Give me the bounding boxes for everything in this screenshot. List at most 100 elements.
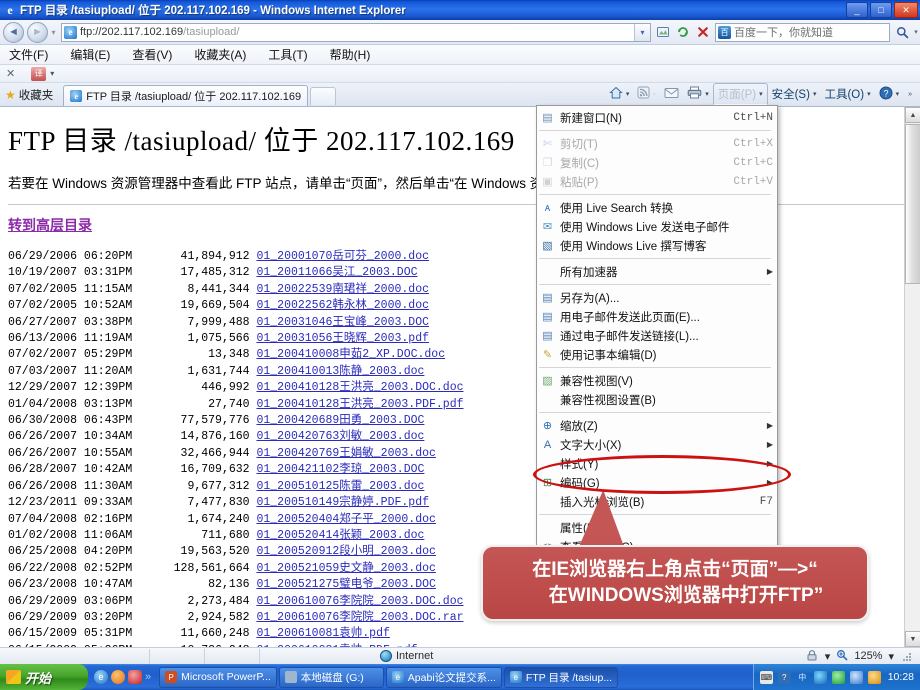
file-link[interactable]: 01_20022539南珺祥_2000.doc: [256, 283, 429, 296]
stop-button[interactable]: [693, 23, 712, 42]
file-link[interactable]: 01_200520414张颖_2003.doc: [256, 529, 424, 542]
new-tab-button[interactable]: [310, 87, 337, 105]
search-provider-dropdown-icon[interactable]: ▾: [912, 23, 920, 42]
favorites-button[interactable]: ★ 收藏夹: [0, 85, 61, 105]
vertical-scrollbar[interactable]: ▲ ▼: [904, 107, 920, 647]
read-mail-button[interactable]: [660, 84, 683, 105]
resize-grip[interactable]: [900, 650, 912, 662]
menu-item-使用记事本编辑-d-[interactable]: ✎ 使用记事本编辑(D): [537, 345, 777, 364]
addon-icon[interactable]: 译: [31, 66, 47, 81]
file-link[interactable]: 01_200510125陈雷_2003.doc: [256, 480, 424, 493]
minimize-button[interactable]: _: [846, 2, 868, 18]
quick-launch-overflow-icon[interactable]: »: [145, 671, 151, 683]
media-player-icon[interactable]: [128, 670, 142, 684]
input-method-icon[interactable]: 中: [796, 671, 809, 684]
menu-item-新建窗口-n-[interactable]: ▤ 新建窗口(N) Ctrl+N: [537, 108, 777, 127]
file-link[interactable]: 01_200520912段小明_2003.doc: [256, 545, 435, 558]
safety-caret-icon[interactable]: ▾: [813, 90, 817, 98]
addon-caret-icon[interactable]: ▾: [50, 69, 54, 78]
file-link[interactable]: 01_200420763刘敏_2003.doc: [256, 430, 424, 443]
menu-favorites[interactable]: 收藏夹(A): [191, 45, 249, 64]
feeds-caret-icon[interactable]: ·: [652, 88, 656, 100]
menu-help[interactable]: 帮助(H): [327, 45, 374, 64]
help-icon[interactable]: ?: [777, 670, 791, 684]
safety-menu-button[interactable]: 安全(S) ▾: [768, 84, 821, 105]
menu-tools[interactable]: 工具(T): [265, 45, 310, 64]
network-icon[interactable]: [813, 670, 827, 684]
home-caret-icon[interactable]: ▾: [626, 90, 630, 98]
file-link[interactable]: 01_20031046王宝峰_2003.DOC: [256, 316, 429, 329]
menu-item-样式-y-[interactable]: 样式(Y) ▶: [537, 454, 777, 473]
menu-item-使用-live-search-转换[interactable]: ᴀ 使用 Live Search 转换: [537, 198, 777, 217]
sound-icon[interactable]: [849, 670, 863, 684]
page-menu-button[interactable]: 页面(P) ▾: [712, 83, 768, 105]
home-button[interactable]: ▾: [605, 84, 634, 105]
menu-item-用电子邮件发送此页面-e-[interactable]: ▤ 用电子邮件发送此页面(E)...: [537, 307, 777, 326]
tab-ftp-directory[interactable]: e FTP 目录 /tasiupload/ 位于 202.117.102.169: [63, 85, 309, 106]
taskbar-clock[interactable]: 10:28: [888, 671, 914, 683]
menu-item-属性-r-[interactable]: 属性(R): [537, 518, 777, 537]
menu-item-通过电子邮件发送链接-l-[interactable]: ▤ 通过电子邮件发送链接(L)...: [537, 326, 777, 345]
zoom-level-label[interactable]: 125%: [854, 650, 882, 662]
file-link[interactable]: 01_20011066吴江_2003.DOC: [256, 266, 417, 279]
tools-caret-icon[interactable]: ▾: [867, 90, 871, 98]
file-link[interactable]: 01_200410128王洪亮_2003.PDF.pdf: [256, 398, 463, 411]
help-menu-button[interactable]: ? ▾: [875, 84, 904, 105]
menu-view[interactable]: 查看(V): [129, 45, 175, 64]
file-link[interactable]: 01_200420769王娟敏_2003.doc: [256, 447, 435, 460]
menu-item-所有加速器[interactable]: 所有加速器 ▶: [537, 262, 777, 281]
file-link[interactable]: 01_200610076李院院_2003.DOC.rar: [256, 611, 463, 624]
file-link[interactable]: 01_200520404郑子平_2000.doc: [256, 513, 435, 526]
zoom-caret-icon[interactable]: ▾: [888, 650, 894, 663]
close-addon-bar-icon[interactable]: ✕: [6, 67, 15, 80]
menu-item-编码-g-[interactable]: ⊞ 编码(G) ▶: [537, 473, 777, 492]
menu-item-使用-windows-live-撰写博客[interactable]: ▧ 使用 Windows Live 撰写博客: [537, 236, 777, 255]
file-link[interactable]: 01_20001070岳可芬_2000.doc: [256, 250, 429, 263]
print-caret-icon[interactable]: ▾: [705, 90, 709, 98]
taskbar-item-powerpoint[interactable]: P Microsoft PowerP...: [159, 666, 277, 688]
page-menu-caret-icon[interactable]: ▾: [759, 90, 763, 98]
menu-item-文字大小-x-[interactable]: A 文字大小(X) ▶: [537, 435, 777, 454]
scroll-up-button[interactable]: ▲: [905, 107, 920, 123]
file-link[interactable]: 01_200610081袁帅.pdf: [256, 627, 389, 640]
menu-item-插入光标浏览-b-[interactable]: 插入光标浏览(B)F7: [537, 492, 777, 511]
menu-item-缩放-z-[interactable]: ⊕ 缩放(Z) ▶: [537, 416, 777, 435]
file-link[interactable]: 01_200410008申茹2_XP.DOC.doc: [256, 348, 445, 361]
shield-icon[interactable]: [831, 670, 845, 684]
firefox-icon[interactable]: [111, 670, 125, 684]
file-link[interactable]: 01_200521275璧电爷_2003.DOC: [256, 578, 435, 591]
compatibility-view-button[interactable]: [653, 23, 672, 42]
taskbar-item-apabi[interactable]: e Apabi论文提交系...: [385, 666, 502, 688]
feeds-button[interactable]: ·: [633, 84, 660, 105]
file-link[interactable]: 01_200510149宗静婷.PDF.pdf: [256, 496, 429, 509]
address-bar[interactable]: e ftp://202.117.102.169/tasiupload/ ▾: [61, 22, 651, 42]
scrollbar-thumb[interactable]: [905, 124, 920, 284]
address-dropdown-icon[interactable]: ▾: [634, 23, 650, 41]
refresh-button[interactable]: [673, 23, 692, 42]
security-zone[interactable]: Internet: [260, 650, 433, 662]
start-button[interactable]: 开始: [0, 664, 88, 690]
file-link[interactable]: 01_200410013陈静_2003.doc: [256, 365, 424, 378]
back-button[interactable]: ◄: [3, 21, 24, 43]
close-button[interactable]: ✕: [894, 2, 918, 18]
scroll-down-button[interactable]: ▼: [905, 631, 920, 647]
recent-pages-dropdown[interactable]: ▾: [48, 23, 59, 41]
file-link[interactable]: 01_20022562韩永林_2000.doc: [256, 299, 429, 312]
protected-mode-caret-icon[interactable]: ▾: [825, 650, 831, 663]
menu-item-使用-windows-live-发送电子邮件[interactable]: ✉ 使用 Windows Live 发送电子邮件: [537, 217, 777, 236]
menu-item-另存为-a-[interactable]: ▤ 另存为(A)...: [537, 288, 777, 307]
ie-icon[interactable]: e: [94, 670, 108, 684]
search-icon[interactable]: [892, 23, 912, 42]
file-link[interactable]: 01_200610076李院院_2003.DOC.doc: [256, 595, 463, 608]
menu-item-兼容性视图设置-b-[interactable]: 兼容性视图设置(B): [537, 390, 777, 409]
search-input[interactable]: 百 百度一下，你就知道: [715, 22, 890, 42]
maximize-button[interactable]: □: [870, 2, 892, 18]
help-caret-icon[interactable]: ▾: [896, 90, 900, 98]
file-link[interactable]: 01_200420689田勇_2003.DOC: [256, 414, 424, 427]
tools-menu-button[interactable]: 工具(O) ▾: [820, 84, 874, 105]
command-bar-overflow-button[interactable]: »: [903, 84, 916, 105]
forward-button[interactable]: ►: [27, 21, 48, 43]
update-icon[interactable]: [867, 670, 881, 684]
menu-file[interactable]: 文件(F): [6, 45, 51, 64]
file-link[interactable]: 01_20031056王晓辉_2003.pdf: [256, 332, 429, 345]
